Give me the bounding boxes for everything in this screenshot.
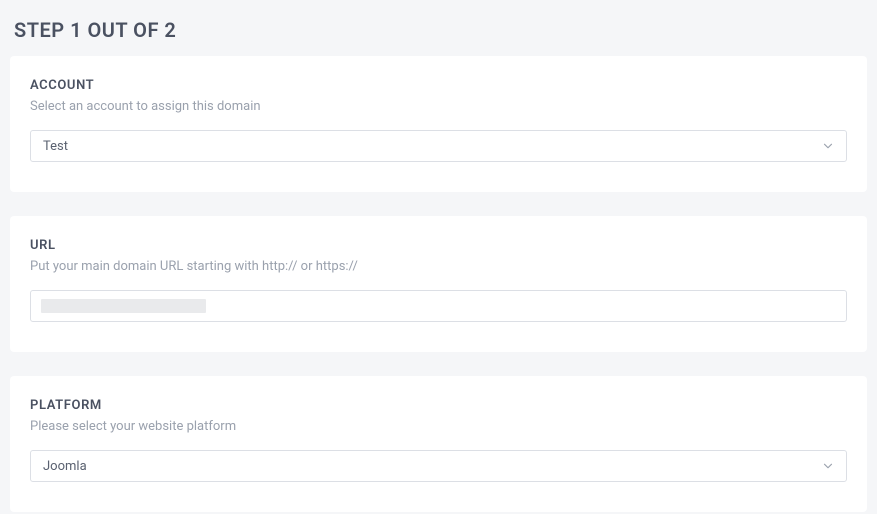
page-title: STEP 1 OUT OF 2: [0, 0, 877, 56]
card-url: URL Put your main domain URL starting wi…: [10, 216, 867, 352]
card-platform: PLATFORM Please select your website plat…: [10, 376, 867, 512]
card-account: ACCOUNT Select an account to assign this…: [10, 56, 867, 192]
url-input-redacted: [41, 299, 206, 313]
account-select[interactable]: Test: [30, 130, 847, 162]
url-input[interactable]: [30, 290, 847, 322]
url-label: URL: [30, 238, 847, 253]
account-label: ACCOUNT: [30, 78, 847, 93]
platform-select-value: Joomla: [43, 459, 87, 474]
platform-select[interactable]: Joomla: [30, 450, 847, 482]
url-description: Put your main domain URL starting with h…: [30, 259, 847, 274]
account-description: Select an account to assign this domain: [30, 99, 847, 114]
platform-description: Please select your website platform: [30, 419, 847, 434]
account-select-value: Test: [43, 139, 68, 154]
platform-label: PLATFORM: [30, 398, 847, 413]
